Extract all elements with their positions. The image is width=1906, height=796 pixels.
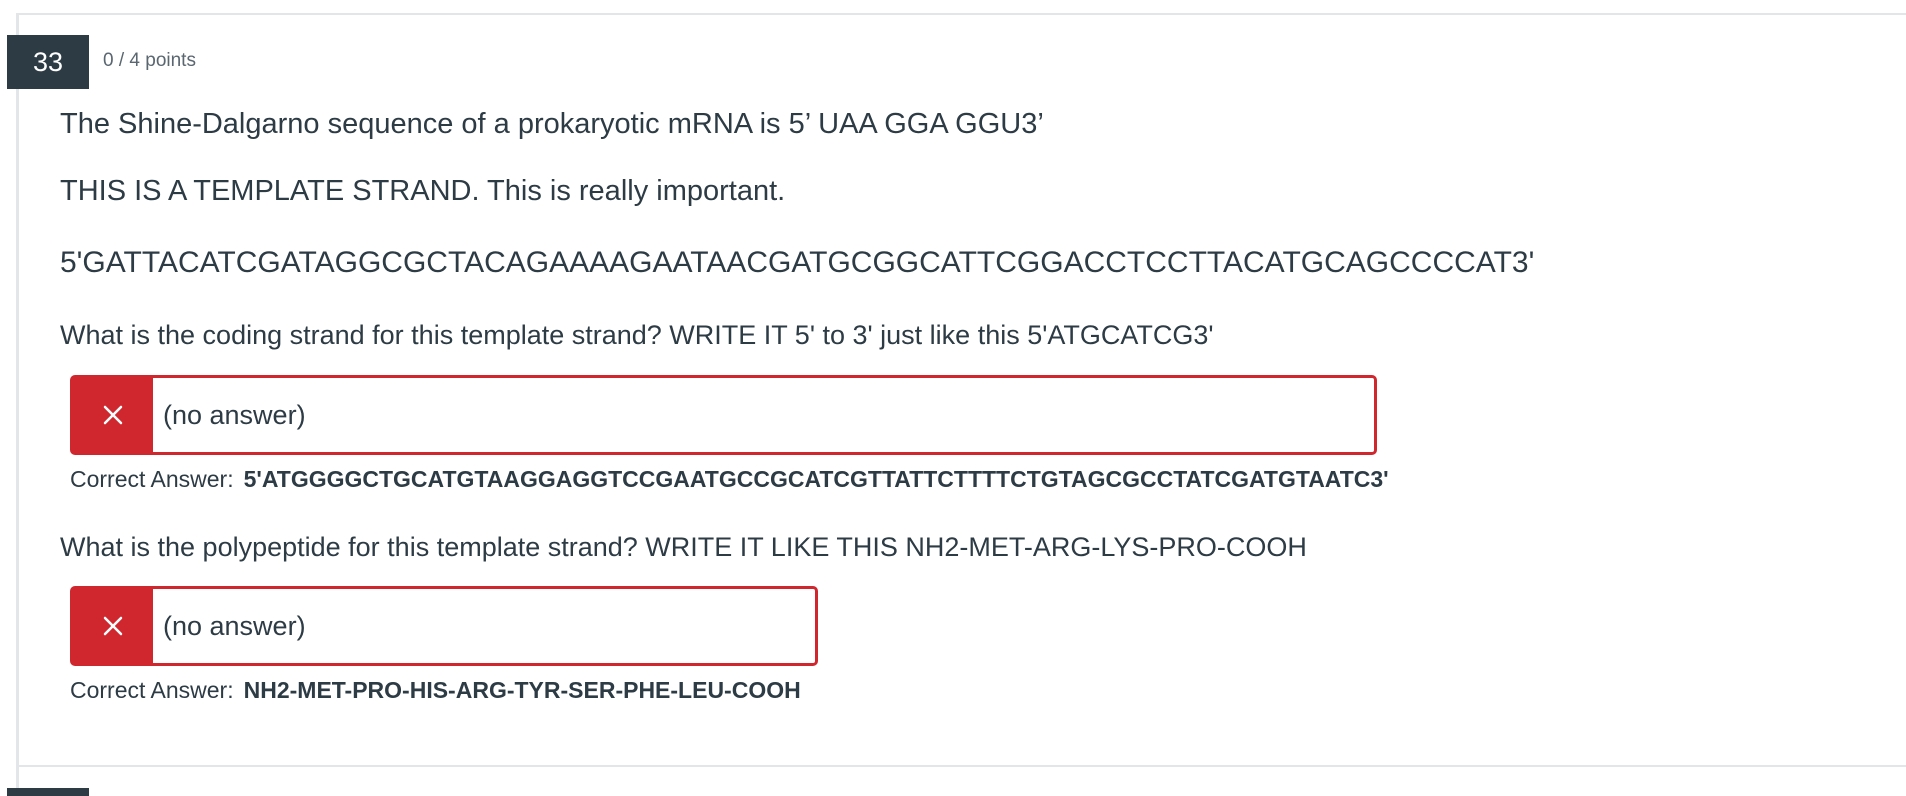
part-1-correct-answer: Correct Answer: 5'ATGGGGCTGCATGTAAGGAGGTC…: [70, 466, 1389, 493]
close-icon: [103, 616, 123, 636]
question-statement-sequence: 5'GATTACATCGATAGGCGCTACAGAAAAGAATAACGATG…: [60, 246, 1535, 279]
part-2-answer-text: (no answer): [163, 610, 306, 641]
part-1-answer-text: (no answer): [163, 399, 306, 430]
incorrect-marker: [73, 378, 153, 452]
part-1-prompt: What is the coding strand for this templ…: [60, 320, 1214, 350]
next-question-number: [7, 788, 89, 796]
question-number: 33: [7, 35, 89, 89]
question-statement-shine-dalgarno: The Shine-Dalgarno sequence of a prokary…: [60, 108, 1044, 140]
part-1-answer-box: (no answer): [70, 375, 1377, 455]
quiz-page: 33 0 / 4 points The Shine-Dalgarno seque…: [0, 0, 1906, 796]
close-icon: [103, 405, 123, 425]
divider-left: [16, 13, 19, 796]
correct-answer-value: 5'ATGGGGCTGCATGTAAGGAGGTCCGAATGCCGCATCGT…: [243, 466, 1389, 492]
question-points: 0 / 4 points: [103, 50, 196, 71]
correct-answer-value: NH2-MET-PRO-HIS-ARG-TYR-SER-PHE-LEU-COOH: [243, 677, 801, 703]
part-2-prompt: What is the polypeptide for this templat…: [60, 532, 1307, 562]
part-2-answer-box: (no answer): [70, 586, 818, 666]
correct-answer-label: Correct Answer:: [70, 677, 234, 703]
divider-top: [18, 13, 1906, 15]
correct-answer-label: Correct Answer:: [70, 466, 234, 492]
divider-bottom: [18, 765, 1906, 767]
incorrect-marker: [73, 589, 153, 663]
part-2-correct-answer: Correct Answer: NH2-MET-PRO-HIS-ARG-TYR-S…: [70, 677, 801, 704]
question-statement-template-note: THIS IS A TEMPLATE STRAND. This is reall…: [60, 175, 786, 207]
